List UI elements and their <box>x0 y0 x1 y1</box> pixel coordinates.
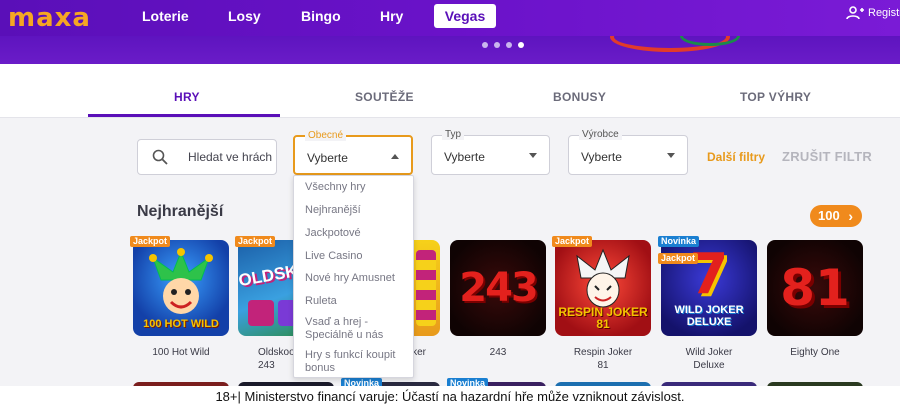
chevron-down-icon <box>529 153 537 158</box>
nav-loterie[interactable]: Loterie <box>142 8 189 24</box>
chevron-down-icon <box>667 153 675 158</box>
maker-select[interactable]: Výrobce Vyberte <box>568 129 688 175</box>
tab-souteze[interactable]: SOUTĚŽE <box>355 90 414 104</box>
new-badge: Novinka <box>658 236 700 247</box>
maker-select-label: Výrobce <box>579 129 622 140</box>
game-art-title: 100 HOT WILD <box>143 318 219 330</box>
game-title[interactable]: Wild Joker Deluxe <box>661 346 757 372</box>
chevron-right-icon: › <box>848 208 853 224</box>
maxa-logo[interactable]: maxa <box>8 3 91 33</box>
maker-select-value: Vyberte <box>581 150 622 164</box>
carousel-dot[interactable] <box>482 42 488 48</box>
game-title[interactable]: Oldskool 243 <box>238 346 297 372</box>
game-art-title: 81 <box>780 259 850 317</box>
search-icon <box>152 149 168 165</box>
section-title: Nejhranější <box>137 203 224 220</box>
more-filters-link[interactable]: Další filtry <box>707 150 765 164</box>
general-select-label: Obecné <box>305 130 347 141</box>
dropdown-option-all[interactable]: Všechny hry <box>305 181 410 194</box>
dropdown-option-new-amusnet[interactable]: Nové hry Amusnet <box>305 272 410 285</box>
search-placeholder: Hledat ve hrách <box>188 150 273 164</box>
carousel-dot[interactable] <box>494 42 500 48</box>
dropdown-option-live-casino[interactable]: Live Casino <box>305 250 410 263</box>
chevron-up-icon <box>391 154 399 159</box>
dropdown-option-most-played[interactable]: Nejhranější <box>305 204 410 217</box>
jackpot-badge: Jackpot <box>658 253 699 264</box>
add-user-icon <box>846 6 864 20</box>
register-button[interactable]: Registr <box>846 6 900 20</box>
nav-bingo[interactable]: Bingo <box>301 8 341 24</box>
page: maxa Loterie Losy Bingo Hry Vegas Regist… <box>0 0 900 407</box>
general-dropdown-menu: Všechny hry Nejhranější Jackpotové Live … <box>293 175 414 378</box>
dropdown-option-bet-and-play[interactable]: Vsaď a hrej - Speciálně u nás <box>305 316 410 342</box>
game-title[interactable]: Eighty One <box>767 346 863 359</box>
jackpot-badge: Jackpot <box>130 236 171 247</box>
game-search-input[interactable]: Hledat ve hrách <box>137 139 277 175</box>
jackpot-badge: Jackpot <box>552 236 593 247</box>
carousel-dot[interactable] <box>506 42 512 48</box>
type-select-value: Vyberte <box>444 150 485 164</box>
game-art <box>416 250 436 326</box>
tab-top-vyhry[interactable]: TOP VÝHRY <box>740 90 811 104</box>
game-tile-100-hot-wild[interactable]: 100 HOT WILD <box>133 240 229 336</box>
game-title[interactable]: Respin Joker 81 <box>555 346 651 372</box>
show-all-button[interactable]: 100 › <box>810 205 862 227</box>
type-select[interactable]: Typ Vyberte <box>431 129 550 175</box>
game-title[interactable]: 100 Hot Wild <box>133 346 229 359</box>
game-tile-eighty-one[interactable]: 81 <box>767 240 863 336</box>
carousel-dot-active[interactable] <box>518 42 524 48</box>
game-art-title: 243 <box>459 265 539 311</box>
game-art-title: RESPIN JOKER 81 <box>558 305 648 331</box>
tab-hry[interactable]: HRY <box>174 90 200 104</box>
nav-losy[interactable]: Losy <box>228 8 261 24</box>
section-tabs: HRY SOUTĚŽE BONUSY TOP VÝHRY <box>0 64 900 118</box>
register-label: Registr <box>868 7 900 19</box>
nav-vegas[interactable]: Vegas <box>434 4 496 28</box>
tab-bonusy[interactable]: BONUSY <box>553 90 606 104</box>
dropdown-option-buy-bonus[interactable]: Hry s funkcí koupit bonus <box>305 349 410 375</box>
general-select[interactable]: Obecné Vyberte <box>293 130 413 175</box>
slot-symbol <box>248 300 274 326</box>
gambling-warning: 18+| Ministerstvo financí varuje: Účastí… <box>0 386 900 407</box>
clear-filter-button[interactable]: ZRUŠIT FILTR <box>782 149 872 164</box>
game-count: 100 <box>818 208 840 223</box>
active-tab-indicator <box>88 114 280 117</box>
top-navigation-bar: maxa Loterie Losy Bingo Hry Vegas Regist… <box>0 0 900 36</box>
game-title[interactable]: 243 <box>450 346 546 359</box>
dropdown-option-roulette[interactable]: Ruleta <box>305 295 410 308</box>
dropdown-option-jackpot[interactable]: Jackpotové <box>305 227 410 240</box>
carousel-dots <box>482 42 524 48</box>
jackpot-badge: Jackpot <box>235 236 276 247</box>
game-art-title: WILD JOKER DELUXE <box>674 304 744 328</box>
nav-hry[interactable]: Hry <box>380 8 403 24</box>
promo-banner[interactable] <box>0 36 900 64</box>
type-select-label: Typ <box>442 129 465 140</box>
game-tile-243[interactable]: 243 <box>450 240 546 336</box>
general-select-value: Vyberte <box>307 151 348 165</box>
game-tile-respin-joker-81[interactable]: RESPIN JOKER 81 <box>555 240 651 336</box>
